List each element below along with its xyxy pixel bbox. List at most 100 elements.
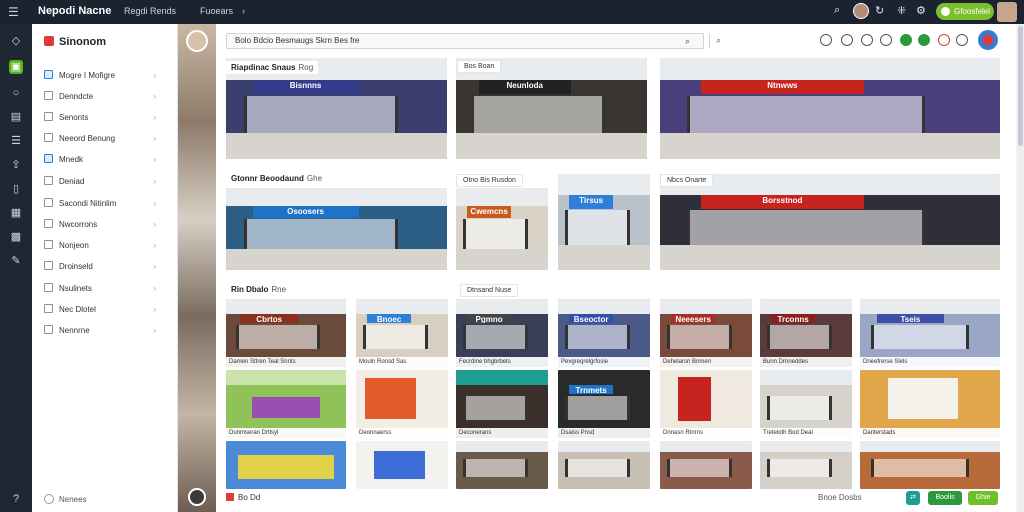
refresh-icon[interactable]: ↻	[875, 4, 884, 17]
sidebar-item[interactable]: Nonjeon ›	[44, 238, 170, 254]
table-icon[interactable]: ▦	[9, 206, 23, 220]
filter-chip[interactable]: Nbcs Onarte	[660, 174, 714, 187]
store-image[interactable]	[558, 441, 650, 489]
section-header[interactable]: Gtonnr Beoodaund Ghe	[226, 172, 328, 185]
top-nav-item-2[interactable]: Fuoears	[200, 6, 233, 16]
share-icon[interactable]	[918, 34, 930, 46]
store-image[interactable]: Trconns Bunn Drnneddes	[760, 299, 852, 367]
store-image[interactable]: Cbrtos Damen Sttren Teal Snnts	[226, 299, 346, 367]
shield-icon[interactable]	[938, 34, 950, 46]
grid-icon[interactable]: ⁜	[897, 4, 906, 17]
avatar[interactable]	[853, 3, 869, 19]
bookmark-icon[interactable]: ▯	[9, 182, 23, 196]
upload-icon[interactable]: ⇪	[9, 158, 23, 172]
store-image[interactable]: Bnoec Mouln Ronsd Sas	[356, 299, 448, 367]
chevron-right-icon: ›	[153, 305, 156, 314]
product-image[interactable]	[226, 441, 346, 489]
product-image[interactable]: Dnnasn Rtnrns	[660, 370, 752, 438]
bell-icon[interactable]	[956, 34, 968, 46]
search-icon[interactable]: ○	[9, 86, 23, 100]
sidebar-item[interactable]: Droinseld ›	[44, 259, 170, 275]
sidebar-item[interactable]: Neeord Benung ›	[44, 131, 170, 147]
chevron-right-icon: ›	[153, 284, 156, 293]
dashboard-icon[interactable]: ▣	[9, 60, 23, 74]
store-image[interactable]: Borsstnod	[660, 174, 1000, 270]
chevron-right-icon: ›	[153, 220, 156, 229]
profile-badge[interactable]	[978, 30, 998, 50]
info-icon[interactable]	[841, 34, 853, 46]
store-image[interactable]: Tseis Dneefrerse Slels	[860, 299, 1000, 367]
store-image[interactable]	[660, 441, 752, 489]
edit-icon[interactable]: ✎	[9, 254, 23, 268]
section-header[interactable]: Rin Dbalo Rne	[226, 283, 292, 296]
store-image[interactable]: Treteloth Bod Deal	[760, 370, 852, 438]
filter-chip[interactable]: Bos Boan	[457, 60, 502, 73]
item-icon	[44, 133, 53, 142]
globe-icon[interactable]	[861, 34, 873, 46]
scrollbar-thumb[interactable]	[1018, 26, 1023, 146]
store-image[interactable]	[860, 441, 1000, 489]
store-image[interactable]: Pgmno Fecrdine bhgbrbets	[456, 299, 548, 367]
store-image[interactable]: Cwemcns	[456, 188, 548, 270]
sidebar-item[interactable]: Denndcte ›	[44, 89, 170, 105]
store-image[interactable]	[760, 441, 852, 489]
top-nav-item-1[interactable]: Regdi Rends	[124, 6, 176, 16]
store-image[interactable]: Ntnwws	[660, 58, 1000, 159]
store-image[interactable]: Deconerans	[456, 370, 548, 438]
search-input[interactable]: Bolo Bdcio Besmaugs Skrn Bes fre ⌕ ⌕	[226, 33, 721, 49]
home-icon[interactable]: ◇	[9, 34, 23, 48]
sidebar-item[interactable]: Nennrne ›	[44, 323, 170, 339]
clock-icon[interactable]	[820, 34, 832, 46]
sidebar-item[interactable]: Nec Dlotel ›	[44, 302, 170, 318]
chevron-right-icon[interactable]: ›	[242, 6, 245, 16]
chat-icon[interactable]	[880, 34, 892, 46]
product-image[interactable]: Danterstads	[860, 370, 1000, 438]
store-image[interactable]	[456, 441, 548, 489]
secondary-button[interactable]: Ghie	[968, 491, 998, 505]
filter-chip[interactable]: Dtnsand Nuse	[460, 284, 519, 297]
gear-icon[interactable]: ⚙	[916, 4, 926, 17]
sidebar-item[interactable]: Deniad ›	[44, 174, 170, 190]
store-image[interactable]: Osoosers	[226, 188, 447, 270]
sidebar-item[interactable]: Sacondi Nitinlim ›	[44, 196, 170, 212]
leaf-icon[interactable]	[900, 34, 912, 46]
item-icon	[44, 219, 53, 228]
sidebar-item[interactable]: Mnedk ›	[44, 152, 170, 168]
store-image[interactable]: Bseoctor Pevgreqrelgrfosie	[558, 299, 650, 367]
item-icon	[44, 283, 53, 292]
selection-tag[interactable]: Bo Dd	[226, 493, 260, 502]
search-button[interactable]: ⌕	[709, 34, 727, 48]
sidebar-item[interactable]: Nwcorrons ›	[44, 217, 170, 233]
user-avatar[interactable]	[997, 2, 1017, 22]
help-icon[interactable]: ?	[9, 492, 23, 506]
store-image[interactable]: Tirsus	[558, 174, 650, 270]
sidebar-item[interactable]: Mogre I Mofigre ›	[44, 68, 170, 84]
cta-button[interactable]: Gfoosfelel	[936, 3, 994, 20]
link-button[interactable]: ⇄	[906, 491, 920, 505]
record-icon[interactable]	[188, 488, 206, 506]
list-icon[interactable]: ☰	[9, 134, 23, 148]
document-icon[interactable]: ▤	[9, 110, 23, 124]
avatar[interactable]	[186, 30, 208, 52]
app-brand: Nepodi Nacne	[38, 5, 112, 17]
product-image[interactable]: Deonnaerss	[356, 370, 448, 438]
chevron-right-icon: ›	[153, 326, 156, 335]
image-icon[interactable]: ▩	[9, 230, 23, 244]
hamburger-icon[interactable]: ☰	[8, 5, 19, 19]
sidebar-item[interactable]: Senonts ›	[44, 110, 170, 126]
store-image[interactable]: Trnmets Dsaiss Pnsd	[558, 370, 650, 438]
store-image[interactable]: Neeesers Dehelarsn Bnmen	[660, 299, 752, 367]
product-image[interactable]: Dunmseran Drtlsyl	[226, 370, 346, 438]
section-header[interactable]: Riapdinac Snaus Rog	[226, 61, 319, 74]
sidebar-item[interactable]: Nsulinets ›	[44, 281, 170, 297]
sidebar-title: Sinonom	[44, 36, 106, 48]
scrollbar[interactable]	[1017, 24, 1024, 512]
filter-chip[interactable]: Otno Bis Rusdon	[456, 174, 523, 187]
store-image[interactable]: Neunloda	[456, 58, 647, 159]
product-image[interactable]	[356, 441, 448, 489]
sidebar-footer[interactable]: Nenees	[44, 494, 87, 504]
search-icon[interactable]: ⌕	[685, 34, 690, 48]
pagination[interactable]: Bnoe Dosbs	[818, 493, 862, 502]
search-icon[interactable]: ⌕	[834, 4, 840, 17]
primary-button[interactable]: Boolis	[928, 491, 962, 505]
